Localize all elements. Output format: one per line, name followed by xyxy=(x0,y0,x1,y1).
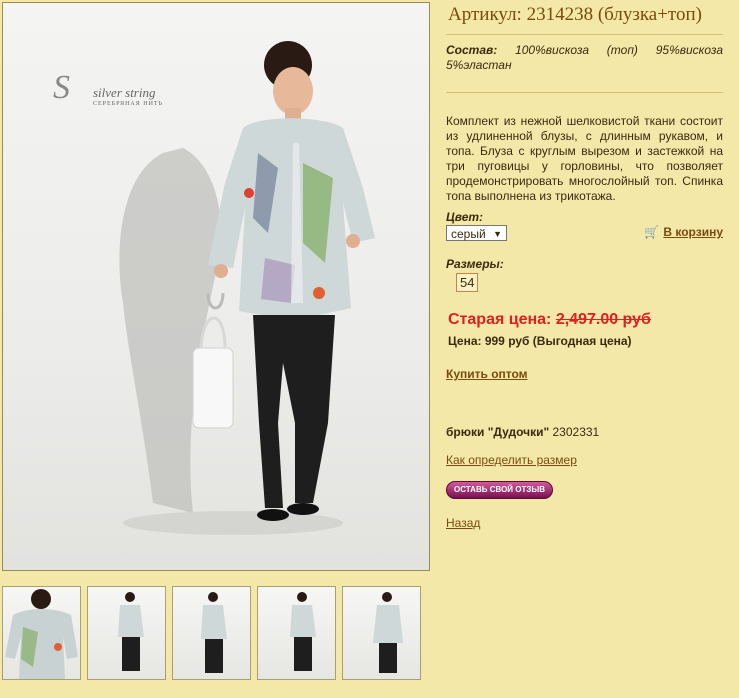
cart-icon: 🛒 xyxy=(644,225,660,239)
composition-label: Состав: xyxy=(446,43,498,57)
size-option[interactable]: 54 xyxy=(456,273,479,292)
thumbnail-4-image xyxy=(290,592,316,671)
divider-middle xyxy=(446,92,723,93)
thumbnail-2-image xyxy=(118,592,144,671)
leave-review-button[interactable]: ОСТАВЬ СВОЙ ОТЗЫВ xyxy=(446,481,553,499)
chevron-down-icon: ▼ xyxy=(493,229,502,239)
sizes-label: Размеры: xyxy=(446,257,504,271)
thumbnail-1-image xyxy=(5,589,78,679)
add-to-cart-link[interactable]: 🛒 В корзину xyxy=(644,225,723,239)
size-guide-link[interactable]: Как определить размер xyxy=(446,453,577,467)
main-product-photo[interactable]: S silver string СЕРЕБРЯНАЯ НИТЬ xyxy=(2,2,430,571)
color-select-value: серый xyxy=(451,227,486,241)
brand-logo-letter: S xyxy=(53,69,70,106)
thumbnail-5[interactable] xyxy=(342,586,421,680)
back-link[interactable]: Назад xyxy=(446,516,480,530)
thumbnail-3-image xyxy=(201,592,227,673)
old-price-value: 2,497.00 руб xyxy=(555,311,651,328)
color-select[interactable]: серый ▼ xyxy=(446,225,507,241)
thumbnail-4[interactable] xyxy=(257,586,336,680)
thumbnail-1[interactable] xyxy=(2,586,81,680)
add-to-cart-label: В корзину xyxy=(663,225,723,239)
old-price: Старая цена: 2,497.00 руб xyxy=(448,311,651,329)
thumbnail-2[interactable] xyxy=(87,586,166,680)
current-price: Цена: 999 руб (Выгодная цена) xyxy=(448,334,632,348)
related-product-code: 2302331 xyxy=(552,425,600,439)
thumbnail-3[interactable] xyxy=(172,586,251,680)
brand-logo-subtitle: СЕРЕБРЯНАЯ НИТЬ xyxy=(93,101,164,107)
related-product[interactable]: брюки "Дудочки" 2302331 xyxy=(446,425,599,439)
wholesale-link[interactable]: Купить оптом xyxy=(446,367,528,381)
brand-logo-name: silver string xyxy=(93,85,156,100)
divider-top xyxy=(446,34,723,35)
product-description: Комплект из нежной шелковистой ткани сос… xyxy=(446,114,723,203)
color-label: Цвет: xyxy=(446,210,484,224)
related-product-name: брюки "Дудочки" xyxy=(446,425,550,439)
old-price-label: Старая цена: xyxy=(448,311,552,328)
thumbnail-5-image xyxy=(373,592,403,673)
product-title: Артикул: 2314238 (блузка+топ) xyxy=(448,4,702,25)
product-composition: Состав: 100%вискоза (топ) 95%вискоза 5%э… xyxy=(446,43,723,73)
